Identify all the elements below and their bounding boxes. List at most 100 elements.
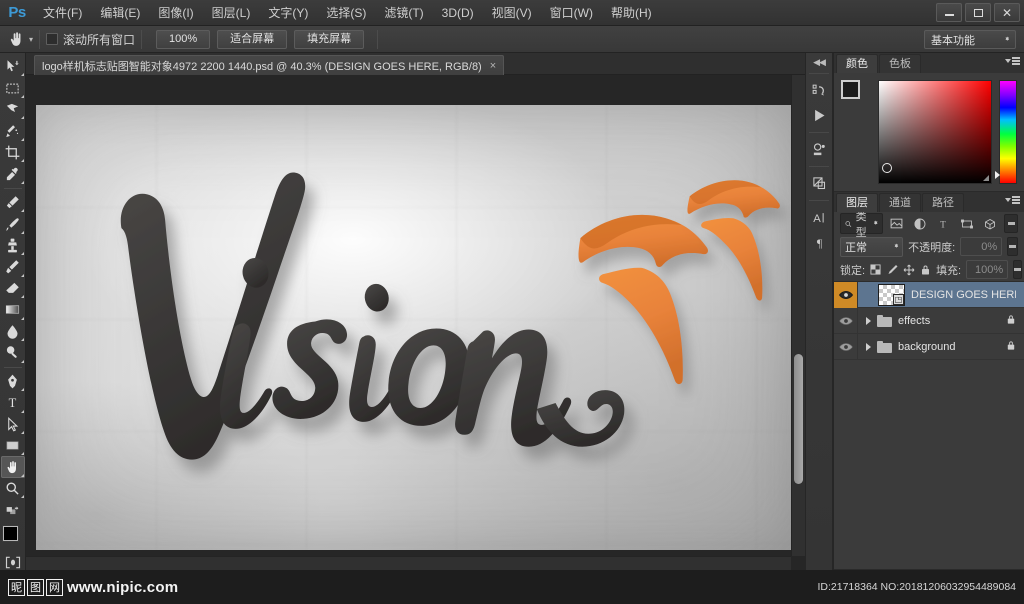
path-selection-tool[interactable] [1, 414, 25, 435]
layer-filter-type-select[interactable]: 类型 ▴ ▾ [840, 211, 883, 239]
color-field-marker[interactable] [882, 163, 892, 173]
quick-mask-button[interactable] [3, 555, 23, 570]
history-panel-icon[interactable] [807, 78, 831, 103]
menu-image[interactable]: 图像(I) [149, 0, 202, 26]
lock-all-icon[interactable] [920, 261, 931, 279]
marquee-tool[interactable] [1, 77, 25, 98]
menu-type[interactable]: 文字(Y) [259, 0, 317, 26]
fit-screen-button[interactable]: 适合屏幕 [217, 29, 288, 49]
tab-paths[interactable]: 路径 [922, 193, 964, 212]
menu-view[interactable]: 视图(V) [483, 0, 541, 26]
history-brush-tool[interactable] [1, 256, 25, 277]
close-button[interactable]: ✕ [994, 3, 1020, 22]
pixel-layer-filter-icon[interactable] [888, 214, 906, 233]
quick-selection-tool[interactable] [1, 120, 25, 141]
foreground-color-swatch[interactable] [2, 525, 18, 541]
opacity-value[interactable]: 0% [960, 237, 1003, 256]
type-layer-filter-icon[interactable]: T [934, 214, 952, 233]
hue-slider-marker[interactable] [995, 171, 1000, 179]
lock-transparent-pixels-icon[interactable] [870, 261, 881, 279]
menu-3d[interactable]: 3D(D) [433, 0, 483, 26]
gradient-tool[interactable] [1, 299, 25, 320]
eyedropper-tool[interactable] [1, 163, 25, 184]
canvas-vertical-scrollbar[interactable] [791, 75, 805, 556]
adjustments-panel-icon[interactable] [807, 171, 831, 196]
hue-slider[interactable] [995, 80, 1017, 184]
group-disclosure-icon[interactable] [866, 316, 871, 325]
lasso-tool[interactable] [1, 99, 25, 120]
color-panel-swatches[interactable] [841, 80, 872, 111]
pen-tool[interactable] [1, 371, 25, 392]
crop-tool[interactable] [1, 142, 25, 163]
opacity-slider-toggle[interactable] [1007, 237, 1018, 256]
layer-list[interactable]: ◳ DESIGN GOES HERE effects background [834, 281, 1024, 569]
adjustment-layer-filter-icon[interactable] [911, 214, 929, 233]
panel-menu-icon[interactable] [1005, 57, 1020, 65]
type-tool[interactable]: T [1, 392, 25, 413]
timeline-panel-icon[interactable] [807, 103, 831, 128]
color-field[interactable] [878, 80, 992, 184]
tab-channels[interactable]: 通道 [879, 193, 921, 212]
scroll-all-windows-checkbox[interactable] [46, 33, 59, 45]
layer-thumbnail-smart-object[interactable]: ◳ [878, 283, 905, 306]
move-tool[interactable] [1, 56, 25, 77]
blur-tool[interactable] [1, 321, 25, 342]
smart-object-filter-icon[interactable] [981, 214, 999, 233]
clone-stamp-tool[interactable] [1, 235, 25, 256]
tab-layers[interactable]: 图层 [836, 193, 878, 212]
zoom-tool[interactable] [1, 478, 25, 499]
tab-color[interactable]: 颜色 [836, 54, 878, 73]
zoom-100-button[interactable]: 100% [156, 29, 211, 49]
menu-window[interactable]: 窗口(W) [541, 0, 602, 26]
fill-slider-toggle[interactable] [1013, 260, 1023, 279]
character-panel-icon[interactable]: A [807, 205, 831, 230]
collapse-panels-icon[interactable]: ◀◀ [805, 55, 833, 69]
color-panel-foreground-swatch[interactable] [841, 80, 860, 99]
artboard[interactable] [36, 105, 791, 550]
shape-layer-filter-icon[interactable] [958, 214, 976, 233]
brush-tool[interactable] [1, 213, 25, 234]
edit-toolbar-button[interactable] [1, 499, 25, 520]
hand-tool-icon[interactable] [4, 28, 28, 50]
healing-brush-tool[interactable] [1, 192, 25, 213]
minimize-button[interactable] [936, 3, 962, 22]
menu-select[interactable]: 选择(S) [317, 0, 375, 26]
layer-row-design-goes-here[interactable]: ◳ DESIGN GOES HERE [834, 282, 1024, 308]
panel-resize-grip[interactable] [983, 175, 989, 181]
maximize-button[interactable] [965, 3, 991, 22]
properties-panel-icon[interactable] [807, 137, 831, 162]
blend-mode-select[interactable]: 正常 ▴ ▾ [840, 236, 904, 257]
panel-menu-icon[interactable] [1005, 196, 1020, 204]
layer-visibility-toggle[interactable] [834, 282, 858, 308]
tool-preset-caret-icon[interactable]: ▾ [29, 35, 33, 44]
fill-value[interactable]: 100% [966, 260, 1009, 279]
menu-edit[interactable]: 编辑(E) [91, 0, 149, 26]
tab-swatches[interactable]: 色板 [879, 54, 921, 73]
layer-row-effects[interactable]: effects [834, 307, 1024, 334]
lock-image-pixels-icon[interactable] [886, 261, 898, 279]
document-tab-close-icon[interactable]: × [490, 60, 496, 72]
layer-visibility-toggle[interactable] [834, 333, 858, 360]
rectangle-tool[interactable] [1, 435, 25, 456]
group-disclosure-icon[interactable] [866, 342, 871, 351]
dodge-tool[interactable] [1, 342, 25, 363]
canvas-vertical-scroll-thumb[interactable] [794, 353, 803, 484]
paragraph-panel-icon[interactable]: ¶ [807, 230, 831, 255]
canvas-horizontal-scrollbar[interactable] [26, 556, 791, 570]
layer-row-background[interactable]: background [834, 333, 1024, 360]
filter-toggle-icon[interactable] [1004, 214, 1018, 233]
lock-position-icon[interactable] [903, 261, 915, 279]
layer-visibility-toggle[interactable] [834, 307, 858, 334]
fill-screen-button[interactable]: 填充屏幕 [294, 29, 365, 49]
menu-help[interactable]: 帮助(H) [602, 0, 661, 26]
hand-tool[interactable] [0, 456, 25, 478]
document-tab[interactable]: logo样机标志贴图智能对象4972 2200 1440.psd @ 40.3%… [34, 55, 505, 75]
eraser-tool[interactable] [1, 278, 25, 299]
blend-mode-value: 正常 [845, 241, 867, 254]
menu-layer[interactable]: 图层(L) [203, 0, 260, 26]
color-swatches[interactable] [0, 525, 26, 551]
workspace-switcher[interactable]: 基本功能 ▴ ▾ [924, 30, 1016, 49]
canvas-area[interactable] [26, 75, 805, 570]
menu-file[interactable]: 文件(F) [34, 0, 91, 26]
menu-filter[interactable]: 滤镜(T) [375, 0, 432, 26]
